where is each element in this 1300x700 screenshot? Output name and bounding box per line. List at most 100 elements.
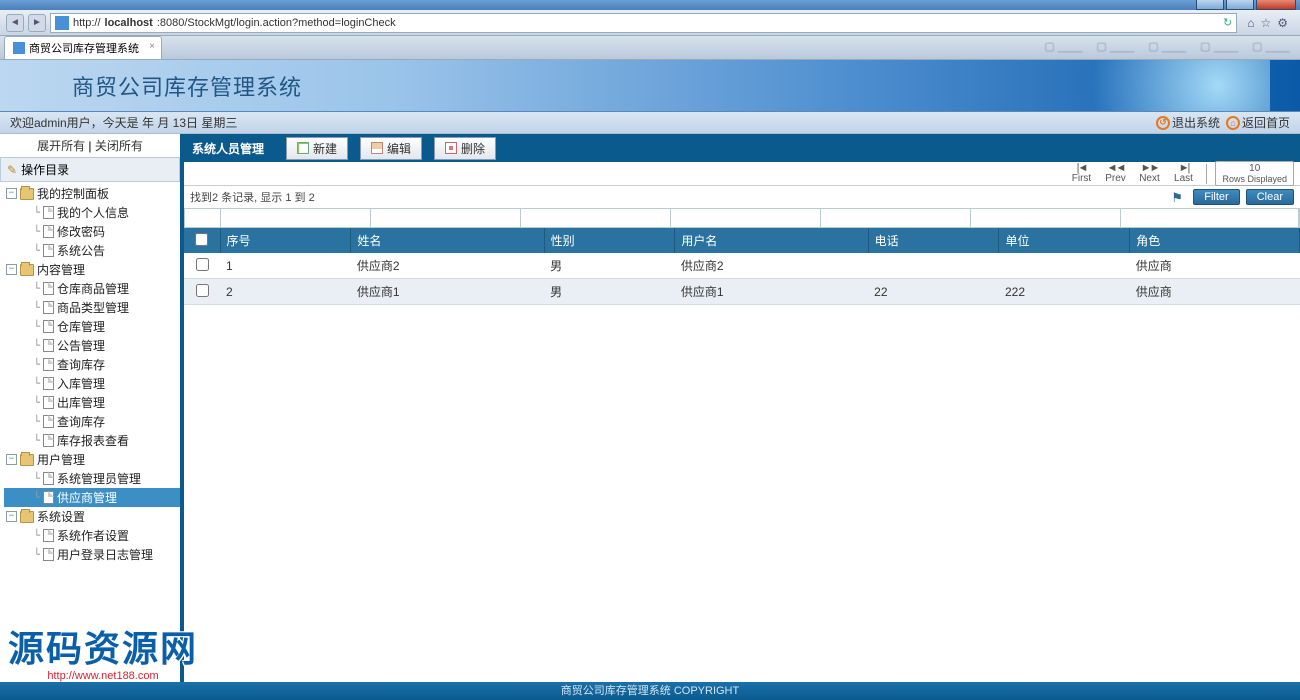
tree-item[interactable]: └修改密码 xyxy=(4,222,180,241)
cell-role: 供应商 xyxy=(1130,253,1300,279)
tree-folder[interactable]: 系统设置 xyxy=(4,507,180,526)
result-summary: 找到2 条记录, 显示 1 到 2 xyxy=(190,189,315,205)
document-icon xyxy=(43,491,54,504)
row-checkbox[interactable] xyxy=(196,258,209,271)
tree-item[interactable]: └查询库存 xyxy=(4,412,180,431)
tree-item[interactable]: └我的个人信息 xyxy=(4,203,180,222)
filter-cell[interactable] xyxy=(1121,209,1299,227)
column-header[interactable]: 角色 xyxy=(1130,228,1300,253)
delete-icon xyxy=(445,142,457,154)
flag-icon[interactable]: ⚑ xyxy=(1171,190,1187,204)
browser-forward-button[interactable]: ► xyxy=(28,14,46,32)
pager-last[interactable]: ►|Last xyxy=(1168,163,1198,184)
home-icon[interactable]: ⌂ xyxy=(1247,16,1254,30)
filter-cell[interactable] xyxy=(821,209,971,227)
tree-item[interactable]: └系统公告 xyxy=(4,241,180,260)
address-bar[interactable]: http://localhost:8080/StockMgt/login.act… xyxy=(50,13,1237,33)
tree-item[interactable]: └出库管理 xyxy=(4,393,180,412)
cell-sex: 男 xyxy=(544,253,675,279)
toggle-icon[interactable] xyxy=(6,188,17,199)
filter-cell[interactable] xyxy=(521,209,671,227)
document-icon xyxy=(43,282,54,295)
tree-folder[interactable]: 内容管理 xyxy=(4,260,180,279)
tree-item[interactable]: └系统作者设置 xyxy=(4,526,180,545)
toggle-icon[interactable] xyxy=(6,454,17,465)
column-header[interactable]: 姓名 xyxy=(351,228,544,253)
new-button[interactable]: 新建 xyxy=(286,137,348,160)
filter-cell[interactable] xyxy=(971,209,1121,227)
tree-item[interactable]: └商品类型管理 xyxy=(4,298,180,317)
tree-item[interactable]: └仓库管理 xyxy=(4,317,180,336)
toggle-icon[interactable] xyxy=(6,511,17,522)
pager-prev[interactable]: ◄◄Prev xyxy=(1100,163,1130,184)
tree-item[interactable]: └用户登录日志管理 xyxy=(4,545,180,564)
toggle-icon[interactable] xyxy=(6,264,17,275)
document-icon xyxy=(43,301,54,314)
sidebar-ops-header[interactable]: ✎ 操作目录 xyxy=(0,157,180,182)
filter-cell[interactable] xyxy=(221,209,371,227)
select-all-checkbox[interactable] xyxy=(195,233,208,246)
tree-item[interactable]: └公告管理 xyxy=(4,336,180,355)
settings-icon[interactable]: ⚙ xyxy=(1277,16,1288,30)
tab-close-icon[interactable]: × xyxy=(149,41,155,52)
document-icon xyxy=(43,548,54,561)
home-link[interactable]: ⌂返回首页 xyxy=(1226,114,1290,131)
document-icon xyxy=(43,244,54,257)
tree-item[interactable]: └系统管理员管理 xyxy=(4,469,180,488)
favorites-icon[interactable]: ☆ xyxy=(1260,16,1271,30)
window-minimize-button[interactable] xyxy=(1196,0,1224,10)
tree-item[interactable]: └入库管理 xyxy=(4,374,180,393)
tree-folder[interactable]: 我的控制面板 xyxy=(4,184,180,203)
window-maximize-button[interactable] xyxy=(1226,0,1254,10)
page-favicon xyxy=(55,16,69,30)
cell-user: 供应商2 xyxy=(675,253,868,279)
edit-button[interactable]: 编辑 xyxy=(360,137,422,160)
column-header[interactable]: 单位 xyxy=(999,228,1130,253)
clear-button[interactable]: Clear xyxy=(1246,189,1294,205)
column-header[interactable] xyxy=(184,228,220,253)
document-icon xyxy=(43,320,54,333)
window-titlebar xyxy=(0,0,1300,10)
document-icon xyxy=(43,529,54,542)
column-header[interactable]: 序号 xyxy=(220,228,351,253)
cell-name: 供应商1 xyxy=(351,279,544,305)
expand-all-link[interactable]: 展开所有 xyxy=(37,139,85,153)
rows-displayed[interactable]: 10 Rows Displayed xyxy=(1215,161,1294,186)
reload-icon[interactable]: ↻ xyxy=(1223,16,1232,29)
tree-item[interactable]: └查询库存 xyxy=(4,355,180,374)
column-header[interactable]: 电话 xyxy=(868,228,999,253)
row-checkbox[interactable] xyxy=(196,284,209,297)
filter-cell[interactable] xyxy=(371,209,521,227)
tree-folder[interactable]: 用户管理 xyxy=(4,450,180,469)
window-close-button[interactable] xyxy=(1256,0,1296,10)
document-icon xyxy=(43,396,54,409)
delete-button[interactable]: 删除 xyxy=(434,137,496,160)
cell-unit xyxy=(999,253,1130,279)
tree-item[interactable]: └供应商管理 xyxy=(4,488,180,507)
tree-item[interactable]: └库存报表查看 xyxy=(4,431,180,450)
filter-button[interactable]: Filter xyxy=(1193,189,1239,205)
document-icon xyxy=(43,415,54,428)
pager: |◄First ◄◄Prev ►►Next ►|Last 10 Rows Dis… xyxy=(184,162,1300,186)
browser-tab-active[interactable]: 商贸公司库存管理系统 × xyxy=(4,36,162,59)
table-row[interactable]: 2供应商1男供应商122222供应商 xyxy=(184,279,1300,305)
tree-item[interactable]: └仓库商品管理 xyxy=(4,279,180,298)
filter-cell[interactable] xyxy=(671,209,821,227)
column-header[interactable]: 性别 xyxy=(544,228,675,253)
pager-first[interactable]: |◄First xyxy=(1066,163,1096,184)
column-header[interactable]: 用户名 xyxy=(675,228,868,253)
url-path: :8080/StockMgt/login.action?method=login… xyxy=(157,17,396,29)
logout-icon: ↺ xyxy=(1156,116,1170,130)
filter-cell[interactable] xyxy=(185,209,221,227)
tab-title: 商贸公司库存管理系统 xyxy=(29,40,139,56)
cell-no: 2 xyxy=(220,279,351,305)
app-title: 商贸公司库存管理系统 xyxy=(72,70,302,102)
browser-back-button[interactable]: ◄ xyxy=(6,14,24,32)
table-row[interactable]: 1供应商2男供应商2供应商 xyxy=(184,253,1300,279)
nav-tree: 我的控制面板└我的个人信息└修改密码└系统公告内容管理└仓库商品管理└商品类型管… xyxy=(0,182,180,572)
logout-link[interactable]: ↺退出系统 xyxy=(1156,114,1220,131)
main-panel: 系统人员管理 新建 编辑 删除 |◄First ◄◄Prev ►►Next ►|… xyxy=(184,134,1300,682)
cell-unit: 222 xyxy=(999,279,1130,305)
collapse-all-link[interactable]: 关闭所有 xyxy=(95,139,143,153)
pager-next[interactable]: ►►Next xyxy=(1134,163,1164,184)
